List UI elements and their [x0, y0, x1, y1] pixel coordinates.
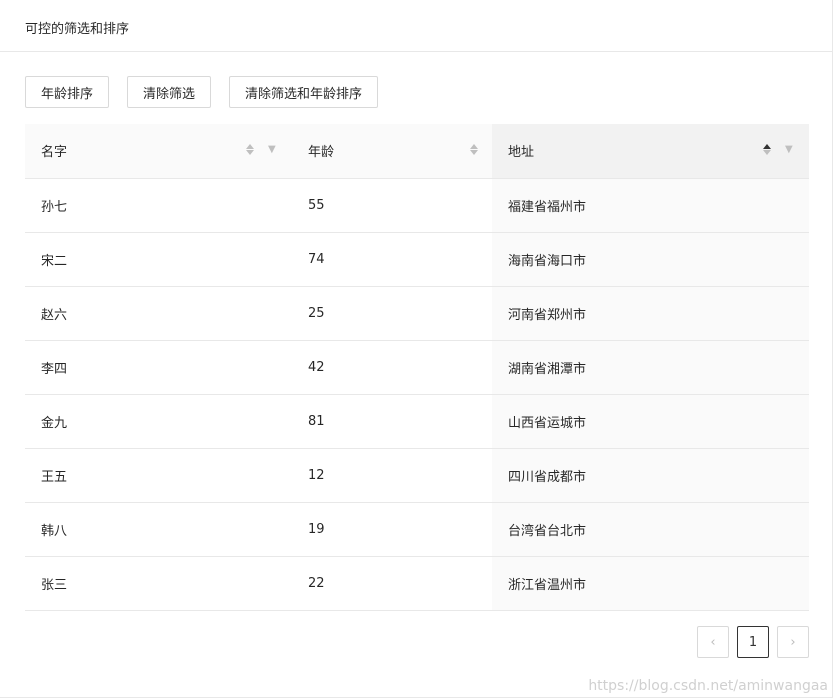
cell-age: 19: [292, 502, 492, 557]
table-row: 宋二 74 海南省海口市: [25, 232, 809, 287]
cell-name: 金九: [25, 394, 292, 449]
table-row: 李四 42 湖南省湘潭市: [25, 340, 809, 395]
cell-address: 台湾省台北市: [492, 502, 809, 557]
table-row: 金九 81 山西省运城市: [25, 394, 809, 449]
prev-page-button[interactable]: ‹: [697, 626, 729, 658]
clear-filters-button[interactable]: 清除筛选: [127, 76, 212, 108]
cell-address: 海南省海口市: [492, 232, 809, 287]
data-table: 名字 ▼ 年龄 地址 ▼ 孙七 55 福建省福州市 宋二 74 海南省海口市 赵六 25 河南省…: [25, 124, 809, 611]
cell-address: 福建省福州市: [492, 178, 809, 233]
column-header-address[interactable]: 地址 ▼: [492, 124, 809, 179]
cell-name: 韩八: [25, 502, 292, 557]
cell-name: 赵六: [25, 286, 292, 341]
cell-address: 四川省成都市: [492, 448, 809, 503]
page-1-button[interactable]: 1: [737, 626, 769, 658]
watermark: https://blog.csdn.net/aminwangaa: [588, 678, 828, 694]
sort-icon[interactable]: [470, 144, 478, 155]
cell-address: 湖南省湘潭市: [492, 340, 809, 395]
sort-ascending-icon[interactable]: [763, 144, 771, 155]
table-row: 张三 22 浙江省温州市: [25, 556, 809, 611]
cell-age: 12: [292, 448, 492, 503]
column-header-name[interactable]: 名字 ▼: [25, 124, 292, 179]
header-label: 地址: [508, 145, 535, 161]
filter-icon[interactable]: ▼: [268, 144, 278, 155]
cell-age: 25: [292, 286, 492, 341]
table-row: 孙七 55 福建省福州市: [25, 178, 809, 233]
cell-name: 孙七: [25, 178, 292, 233]
sort-icon[interactable]: [246, 144, 254, 155]
cell-age: 42: [292, 340, 492, 395]
filter-icon[interactable]: ▼: [785, 144, 795, 155]
cell-address: 山西省运城市: [492, 394, 809, 449]
cell-age: 74: [292, 232, 492, 287]
cell-name: 李四: [25, 340, 292, 395]
table-row: 赵六 25 河南省郑州市: [25, 286, 809, 341]
column-header-age[interactable]: 年龄: [292, 124, 492, 179]
cell-address: 河南省郑州市: [492, 286, 809, 341]
cell-name: 宋二: [25, 232, 292, 287]
cell-address: 浙江省温州市: [492, 556, 809, 611]
card-title: 可控的筛选和排序: [0, 0, 832, 52]
cell-age: 81: [292, 394, 492, 449]
cell-age: 55: [292, 178, 492, 233]
cell-name: 王五: [25, 448, 292, 503]
sort-age-button[interactable]: 年龄排序: [25, 76, 110, 108]
pagination: ‹ 1 ›: [697, 626, 809, 658]
cell-age: 22: [292, 556, 492, 611]
header-label: 年龄: [308, 145, 335, 161]
clear-filters-and-sort-button[interactable]: 清除筛选和年龄排序: [229, 76, 379, 108]
table-row: 王五 12 四川省成都市: [25, 448, 809, 503]
header-label: 名字: [41, 145, 68, 161]
next-page-button[interactable]: ›: [777, 626, 809, 658]
cell-name: 张三: [25, 556, 292, 611]
table-row: 韩八 19 台湾省台北市: [25, 502, 809, 557]
